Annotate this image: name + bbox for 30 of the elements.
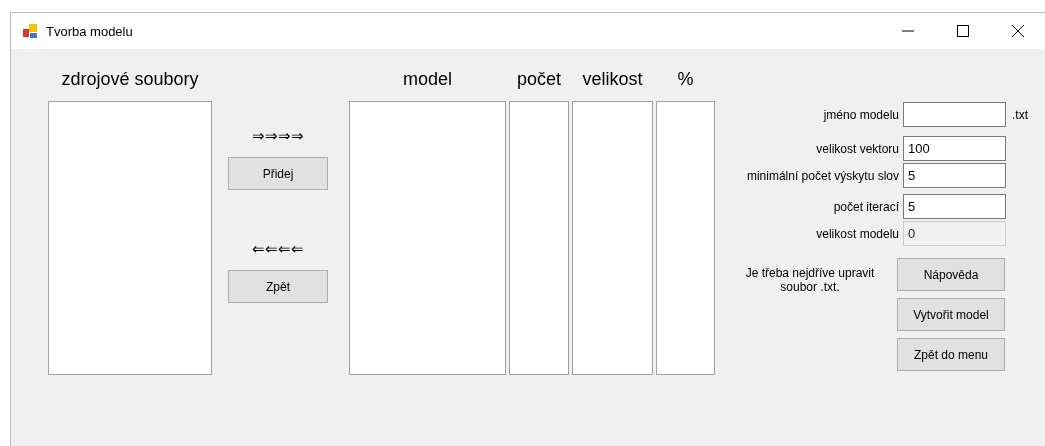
action-button[interactable]: Vytvořit model xyxy=(897,298,1005,331)
input-field[interactable]: 5 xyxy=(903,163,1006,188)
app-icon xyxy=(22,23,38,39)
column-heading: model xyxy=(403,69,452,91)
right-arrows: ⇒⇒⇒⇒ xyxy=(252,127,304,145)
add-button[interactable]: Přidej xyxy=(228,157,328,190)
action-button[interactable]: Nápověda xyxy=(897,258,1005,291)
model-list[interactable] xyxy=(509,101,569,375)
input-field[interactable]: 100 xyxy=(903,136,1006,161)
maximize-icon[interactable] xyxy=(956,25,969,37)
model-list[interactable] xyxy=(572,101,653,375)
field-label: velikost modelu xyxy=(815,226,900,241)
left-arrows: ⇐⇐⇐⇐ xyxy=(252,240,304,258)
field-label: minimální počet výskytu slov xyxy=(745,168,900,183)
input-field[interactable] xyxy=(903,102,1006,127)
column-heading: velikost xyxy=(582,69,643,91)
action-button[interactable]: Zpět do menu xyxy=(897,338,1005,371)
list-heading: zdrojové soubory xyxy=(61,69,199,91)
note-text: Je třeba nejdříve upravit soubor .txt. xyxy=(744,265,876,296)
file-extension: .txt xyxy=(1012,107,1028,122)
model-list[interactable] xyxy=(656,101,715,375)
column-heading: % xyxy=(677,69,694,91)
close-icon[interactable] xyxy=(1011,25,1024,37)
field-label: velikost vektoru xyxy=(815,141,900,156)
window-title: Tvorba modelu xyxy=(46,23,134,39)
input-field[interactable]: 5 xyxy=(903,194,1006,219)
field-label: počet iterací xyxy=(832,199,900,214)
column-heading: počet xyxy=(516,69,561,91)
back-button[interactable]: Zpět xyxy=(228,270,328,303)
field-label: jméno modelu xyxy=(822,107,900,122)
